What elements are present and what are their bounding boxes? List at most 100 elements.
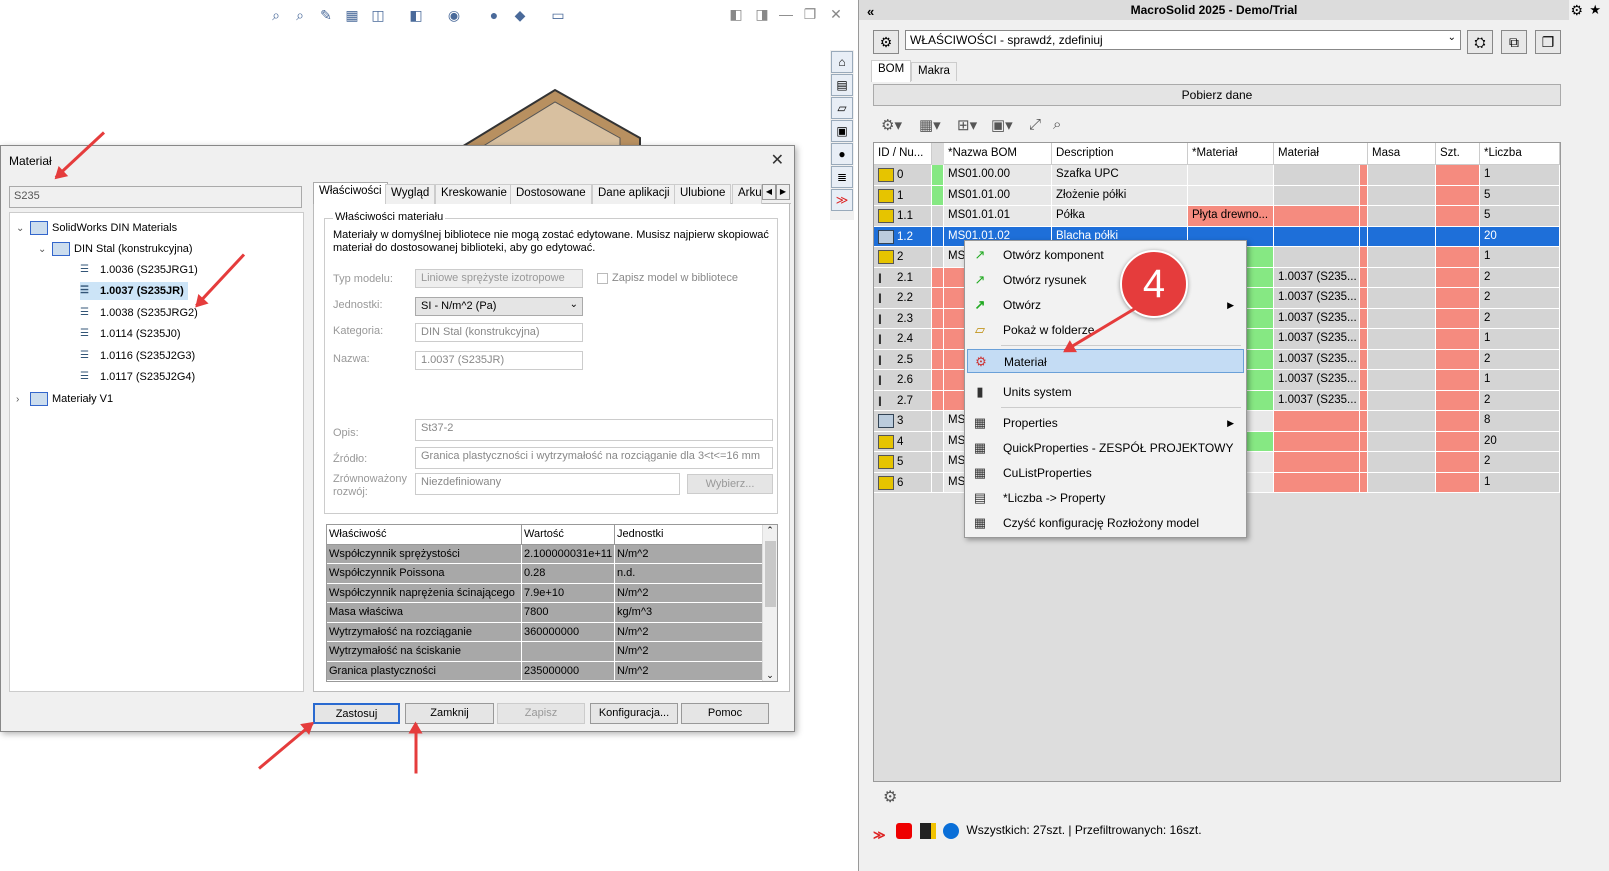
- model-type-select[interactable]: Liniowe sprężyste izotropowe: [415, 269, 583, 288]
- scroll-down-icon[interactable]: ⌄: [763, 670, 777, 681]
- table-row[interactable]: Wytrzymałość na rozciąganie 360000000 N/…: [327, 622, 763, 642]
- chevron-down-icon[interactable]: ⌄: [38, 241, 52, 259]
- view-palette-icon[interactable]: ▣: [831, 120, 853, 142]
- table-row[interactable]: 1.1 MS01.01.01 Półka Płyta drewno... 5: [874, 206, 1560, 227]
- macrosolid-logo-icon[interactable]: ≫: [873, 823, 889, 842]
- column-header[interactable]: *Materiał: [1188, 143, 1274, 165]
- save-model-checkbox[interactable]: Zapisz model w bibliotece: [597, 272, 738, 284]
- save-button[interactable]: Zapisz: [497, 703, 585, 724]
- folder-icon[interactable]: ▱: [831, 97, 853, 119]
- window-macro-icon[interactable]: ❐: [1535, 30, 1561, 54]
- help-button[interactable]: Pomoc: [681, 703, 769, 724]
- menu-item-show-in-folder[interactable]: ▱ Pokaż w folderze: [967, 318, 1244, 342]
- menu-item-quickproperties[interactable]: ▦ QuickProperties - ZESPÓŁ PROJEKTOWY: [967, 436, 1244, 460]
- macro-combo[interactable]: WŁAŚCIWOŚCI - sprawdź, zdefiniuj ⌄: [905, 30, 1461, 50]
- export-icon[interactable]: ▣▾: [991, 116, 1013, 134]
- column-header[interactable]: Jednostki: [615, 525, 763, 545]
- configuration-button[interactable]: Konfiguracja...: [590, 703, 678, 724]
- grid-settings-icon[interactable]: ⚙▾: [881, 116, 902, 134]
- menu-item-material[interactable]: ⚙ Materiał: [967, 349, 1244, 373]
- copy-macro-icon[interactable]: ⧉: [1501, 30, 1527, 54]
- column-header[interactable]: Wartość: [522, 525, 615, 545]
- column-header[interactable]: *Liczba: [1480, 143, 1560, 165]
- column-header[interactable]: *Nazwa BOM: [944, 143, 1052, 165]
- column-header[interactable]: Masa: [1368, 143, 1436, 165]
- home-icon[interactable]: ⌂: [831, 51, 853, 73]
- display-style-icon[interactable]: ◧: [406, 6, 426, 24]
- tree-structure-icon[interactable]: ⊞▾: [957, 116, 977, 134]
- expand-icon[interactable]: ⤢: [1029, 116, 1041, 133]
- checkbox-icon[interactable]: [597, 272, 608, 284]
- appearances-icon[interactable]: ●: [831, 143, 853, 165]
- tab-wyglad[interactable]: Wygląd: [385, 184, 436, 204]
- select-button[interactable]: Wybierz...: [687, 474, 773, 494]
- macrosolid-icon[interactable]: ≫: [831, 189, 853, 211]
- gear-icon[interactable]: ⚙: [1570, 2, 1583, 19]
- zoom-icon[interactable]: ⌕: [1053, 116, 1061, 133]
- column-header[interactable]: Materiał: [1274, 143, 1368, 165]
- menu-item-open-drawing[interactable]: ↗ Otwórz rysunek: [967, 268, 1244, 292]
- table-row[interactable]: Wytrzymałość na ściskanie N/m^2: [327, 642, 763, 662]
- grid-table-icon[interactable]: ▦▾: [919, 116, 941, 134]
- properties-icon[interactable]: ≣: [831, 166, 853, 188]
- zoom-to-fit-icon[interactable]: ⌕: [266, 6, 286, 24]
- material-search-input[interactable]: S235: [9, 186, 302, 208]
- units-select[interactable]: SI - N/m^2 (Pa) ⌄: [415, 297, 583, 316]
- tab-wlasciwosci[interactable]: Właściwości: [313, 182, 388, 205]
- chevron-down-icon[interactable]: ⌄: [16, 220, 30, 238]
- restore-icon[interactable]: ❐: [800, 4, 820, 24]
- hide-show-icon[interactable]: ◉: [444, 6, 464, 24]
- tab-scroll-right-icon[interactable]: ▶: [776, 184, 790, 200]
- tab-dostosowane[interactable]: Dostosowane: [510, 184, 592, 204]
- tree-item-material[interactable]: ☰ 1.0116 (S235J2G3): [80, 347, 195, 365]
- menu-item-liczba-property[interactable]: ▤ *Liczba -> Property: [967, 486, 1244, 510]
- section-view-icon[interactable]: ▦: [342, 6, 362, 24]
- scrollbar-thumb[interactable]: [765, 541, 776, 607]
- tree-item-material-selected[interactable]: ☰ 1.0037 (S235JR): [80, 282, 188, 300]
- column-header[interactable]: ID / Nu...: [874, 143, 932, 165]
- tab-ulubione[interactable]: Ulubione: [674, 184, 732, 204]
- table-row[interactable]: 0 MS01.00.00 Szafka UPC 1: [874, 165, 1560, 186]
- tree-item-material[interactable]: ☰ 1.0038 (S235JRG2): [80, 304, 198, 322]
- tab-bom[interactable]: BOM: [871, 60, 912, 82]
- run-macro-icon[interactable]: ⛭: [1467, 30, 1493, 54]
- tree-item-material[interactable]: ☰ 1.0036 (S235JRG1): [80, 261, 198, 279]
- zoom-area-icon[interactable]: ⌕: [290, 6, 310, 24]
- settings-gear-icon[interactable]: ⚙: [873, 30, 899, 54]
- table-row[interactable]: Granica plastyczności 235000000 N/m^2: [327, 661, 763, 681]
- collapse-right-icon[interactable]: ◨: [752, 4, 772, 24]
- tab-kreskowanie[interactable]: Kreskowanie: [435, 184, 513, 204]
- apply-button[interactable]: Zastosuj: [313, 703, 400, 724]
- view-orientation-icon[interactable]: ◫: [368, 6, 388, 24]
- scene-icon[interactable]: ◆: [510, 6, 530, 24]
- menu-item-culistproperties[interactable]: ▦ CuListProperties: [967, 461, 1244, 485]
- table-row[interactable]: Współczynnik naprężenia ścinającego 7.9e…: [327, 583, 763, 603]
- pin-icon[interactable]: ★: [1589, 2, 1601, 18]
- menu-item-clear-configuration[interactable]: ▦ Czyść konfigurację Rozłożony model: [967, 511, 1244, 535]
- table-row[interactable]: Współczynnik Poissona 0.28 n.d.: [327, 564, 763, 584]
- teamviewer-icon[interactable]: [943, 822, 960, 839]
- chevron-right-icon[interactable]: ›: [16, 391, 30, 409]
- tab-dane-aplikacji[interactable]: Dane aplikacji: [592, 184, 676, 204]
- table-row[interactable]: 1 MS01.01.00 Złożenie półki 5: [874, 185, 1560, 206]
- table-row[interactable]: Współczynnik sprężystości 2.100000031e+1…: [327, 544, 763, 564]
- gear-icon[interactable]: ⚙: [883, 787, 897, 807]
- close-icon[interactable]: ✕: [771, 150, 784, 170]
- menu-item-open[interactable]: ↗ Otwórz ▶: [967, 293, 1244, 317]
- close-window-icon[interactable]: ✕: [826, 4, 846, 24]
- double-chevron-left-icon[interactable]: «: [867, 2, 874, 22]
- column-header[interactable]: Szt.: [1436, 143, 1480, 165]
- tab-scroll-left-icon[interactable]: ◀: [762, 184, 776, 200]
- tree-item-material[interactable]: ☰ 1.0114 (S235J0): [80, 325, 181, 343]
- table-scrollbar[interactable]: ⌃ ⌄: [762, 525, 777, 681]
- menu-item-properties[interactable]: ▦ Properties ▶: [967, 411, 1244, 435]
- menu-item-open-component[interactable]: ↗ Otwórz komponent: [967, 243, 1244, 267]
- scroll-up-icon[interactable]: ⌃: [763, 525, 777, 536]
- minimize-icon[interactable]: —: [776, 4, 796, 24]
- table-row[interactable]: Masa właściwa 7800 kg/m^3: [327, 603, 763, 623]
- appearance-icon[interactable]: ●: [484, 6, 504, 24]
- fetch-data-button[interactable]: Pobierz dane: [873, 84, 1561, 106]
- tab-arkusz[interactable]: Arku: [732, 184, 762, 204]
- book-icon[interactable]: [919, 822, 936, 839]
- menu-item-units-system[interactable]: ▮ Units system: [967, 380, 1244, 404]
